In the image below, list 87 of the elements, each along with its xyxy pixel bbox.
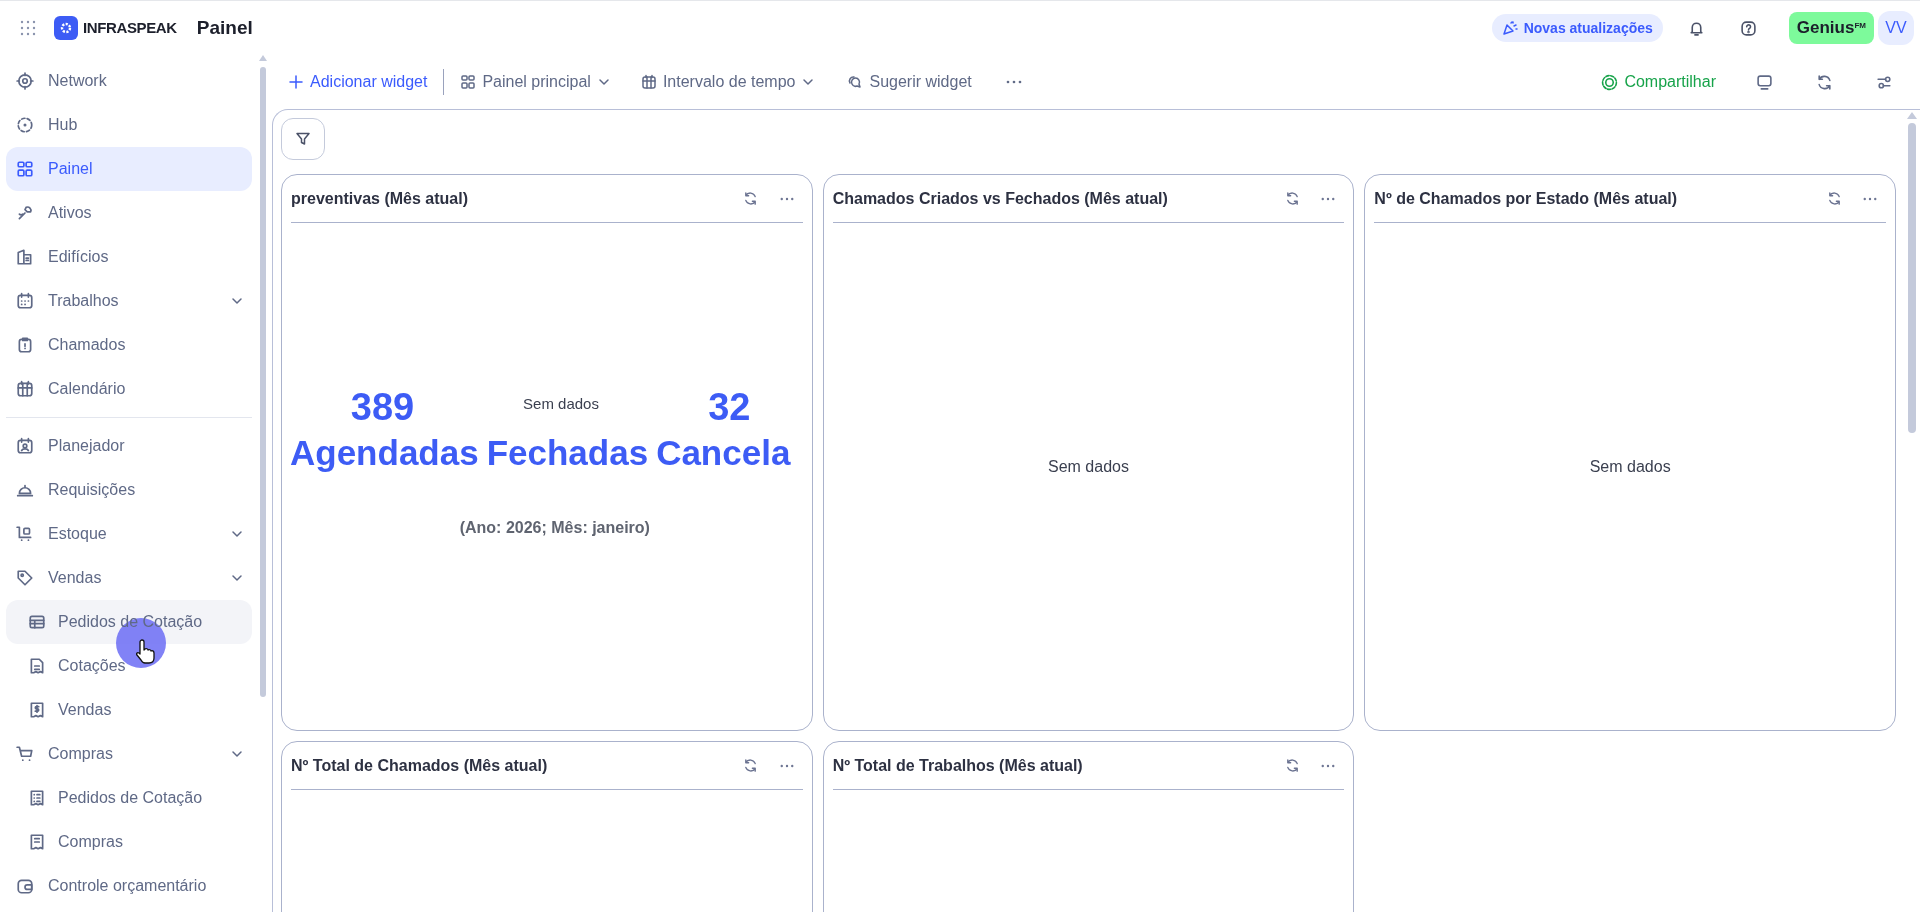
widget-title: Nº de Chamados por Estado (Mês atual): [1374, 188, 1679, 209]
cart-icon: [16, 745, 34, 763]
sidebar-item[interactable]: Hub: [6, 103, 252, 147]
sliders-icon: [1875, 73, 1893, 91]
empty-message: Sem dados: [523, 394, 599, 414]
widget-title: Nº Total de Trabalhos (Mês atual): [832, 755, 1084, 776]
dashboard-icon: [460, 74, 477, 90]
more-icon: [1321, 763, 1336, 768]
receipt-icon: [28, 833, 46, 851]
sidebar-item[interactable]: Chamados: [6, 323, 252, 367]
party-popper-icon: [1501, 20, 1518, 36]
page-title: Painel: [196, 15, 253, 40]
calendar-icon: [16, 292, 34, 310]
share-button[interactable]: Compartilhar: [1601, 66, 1716, 98]
add-widget-button[interactable]: Adicionar widget: [288, 66, 428, 98]
empty-message: Sem dados: [1589, 456, 1671, 477]
scrollbar-thumb[interactable]: [260, 67, 266, 697]
more-icon: [779, 196, 794, 201]
suggest-widget-button[interactable]: Sugerir widget: [847, 66, 972, 98]
widget-title: Chamados Criados vs Fechados (Mês atual): [832, 188, 1169, 209]
sidebar-item[interactable]: Planejador: [6, 424, 252, 468]
app-launcher-button[interactable]: [18, 18, 38, 38]
building-icon: [16, 248, 34, 266]
sidebar-subitem[interactable]: Cotações: [6, 644, 252, 688]
bell-icon: [1688, 19, 1706, 37]
time-range-dropdown[interactable]: Intervalo de tempo: [640, 66, 816, 98]
hand-cursor-icon: [136, 638, 158, 664]
filter-icon: [295, 131, 311, 147]
period-caption: (Ano: 2026; Mês: janeiro): [459, 517, 650, 538]
grid-icon: [19, 19, 37, 37]
scrollbar-thumb[interactable]: [1908, 123, 1916, 433]
help-icon: [1740, 19, 1758, 37]
dashboard-icon: [16, 160, 34, 178]
sidebar-item[interactable]: Ativos: [6, 191, 252, 235]
widget-title: preventivas (Mês atual): [291, 188, 469, 209]
clipboard-icon: [16, 336, 34, 354]
planner-icon: [16, 437, 34, 455]
refresh-icon: [743, 191, 759, 206]
sidebar-item[interactable]: Estoque: [6, 512, 252, 556]
sidebar-subitem[interactable]: Pedidos de Cotação: [6, 776, 252, 820]
kpi-label: Agendadas: [290, 431, 479, 474]
refresh-icon: [1284, 758, 1300, 773]
network-icon: [16, 72, 34, 90]
sidebar-item[interactable]: Edifícios: [6, 235, 252, 279]
user-avatar[interactable]: VV: [1878, 11, 1914, 45]
filter-button[interactable]: [281, 118, 325, 160]
logo-icon: [54, 16, 78, 40]
dashboard-dropdown[interactable]: Painel principal: [460, 66, 611, 98]
refresh-icon: [743, 758, 759, 773]
more-icon: [1005, 80, 1022, 84]
table-icon: [28, 613, 46, 631]
app-name: INFRASPEAK: [83, 17, 177, 38]
kpi-value: 32: [708, 384, 751, 430]
wallet-icon: [16, 877, 34, 895]
sidebar-item[interactable]: Requisições: [6, 468, 252, 512]
sidebar-subitem[interactable]: Compras: [6, 820, 252, 864]
more-icon: [1863, 196, 1877, 201]
more-icon: [779, 763, 794, 768]
sidebar-item[interactable]: Controle orçamentário: [6, 864, 252, 908]
calendar-icon: [16, 380, 34, 398]
refresh-icon: [1815, 73, 1833, 91]
document-icon: [28, 657, 46, 675]
kpi-label: Cancela: [656, 431, 791, 474]
sidebar-item[interactable]: Vendas: [6, 556, 252, 600]
sidebar-subitem[interactable]: Vendas: [6, 688, 252, 732]
kpi-value: 389: [350, 384, 415, 430]
monitor-icon: [1755, 73, 1773, 91]
receipt-icon: [28, 701, 46, 719]
list-document-icon: [28, 789, 46, 807]
kpi-label: Fechadas: [486, 431, 649, 474]
sidebar-item[interactable]: Calendário: [6, 367, 252, 411]
plus-icon: [288, 74, 304, 90]
cart-icon: [16, 525, 34, 543]
calendar-icon: [640, 74, 657, 90]
tag-icon: [16, 569, 34, 587]
refresh-icon: [1826, 191, 1842, 206]
chat-bubbles-icon: [847, 74, 864, 90]
sidebar-item[interactable]: Trabalhos: [6, 279, 252, 323]
sidebar-item[interactable]: Compras: [6, 732, 252, 776]
refresh-icon: [1284, 191, 1300, 206]
widget-title: Nº Total de Chamados (Mês atual): [291, 755, 549, 776]
hub-icon: [16, 116, 34, 134]
more-icon: [1321, 196, 1336, 201]
empty-message: Sem dados: [1048, 456, 1129, 477]
sidebar-item[interactable]: Painel: [6, 147, 252, 191]
updates-button[interactable]: Novas atualizações: [1491, 14, 1663, 42]
sidebar-item[interactable]: Network: [6, 59, 252, 103]
